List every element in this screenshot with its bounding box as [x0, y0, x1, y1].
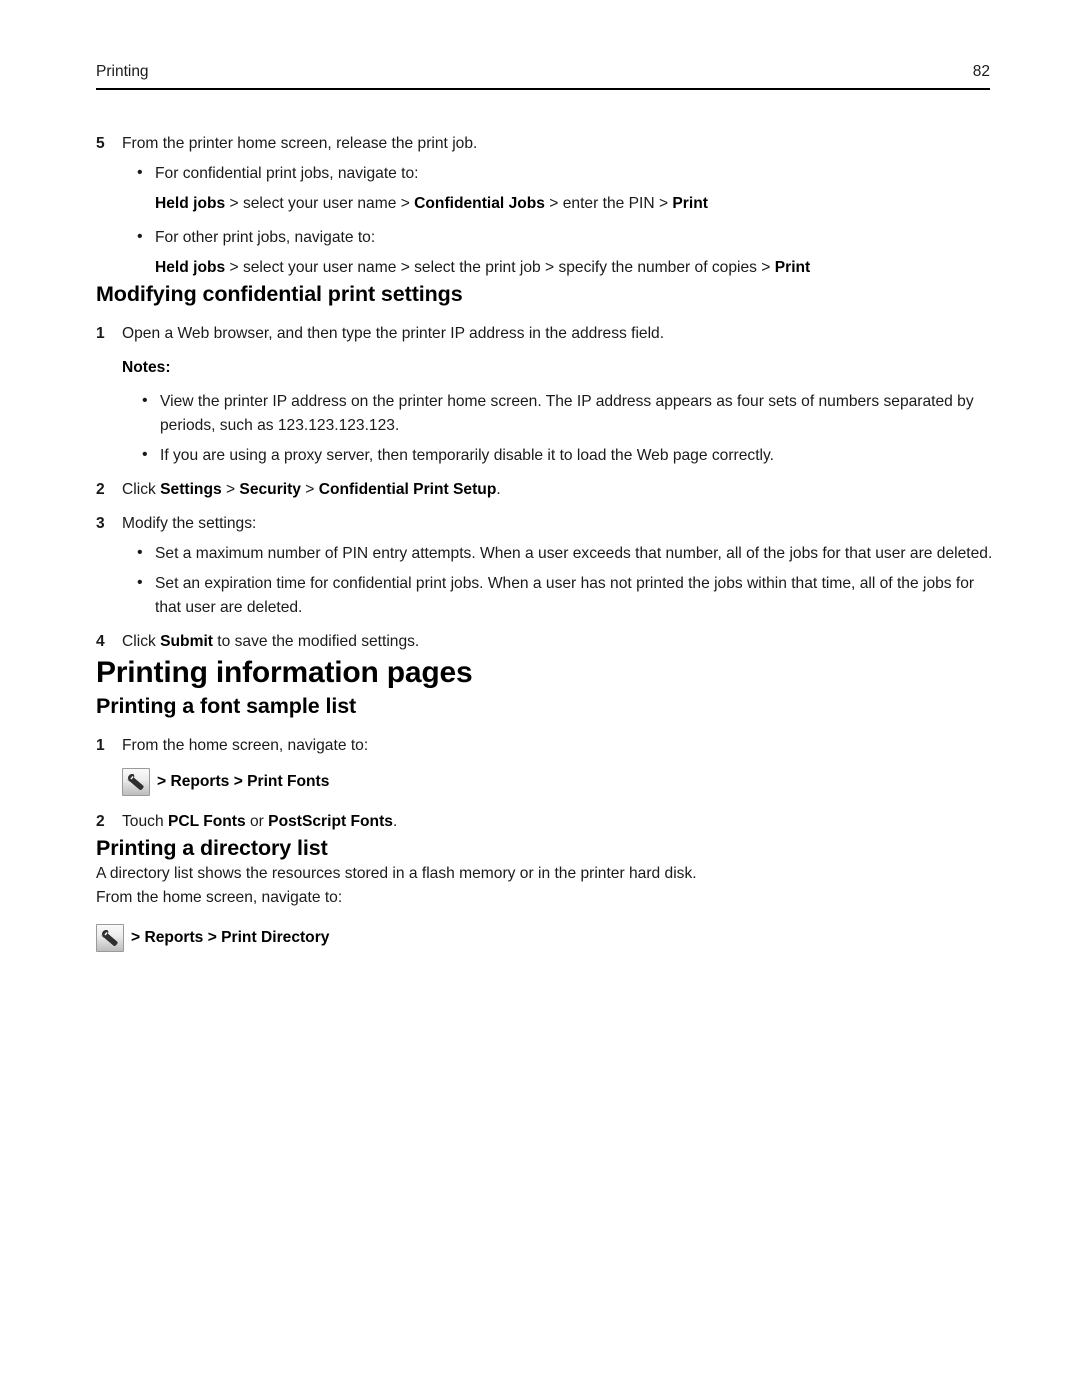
page-number: 82: [972, 63, 990, 80]
list-item: • Set a maximum number of PIN entry atte…: [135, 542, 996, 566]
seg: to save the modified settings.: [212, 633, 420, 650]
step-1-font-sample: 1 From the home screen, navigate to:: [96, 734, 996, 758]
step-1-modify: 1 Open a Web browser, and then type the …: [96, 322, 996, 346]
heading-printing-a-font-sample-list: Printing a font sample list: [96, 694, 357, 718]
seg: Touch: [122, 813, 168, 830]
step-3-text: Modify the settings:: [122, 515, 257, 532]
bullet-text: Set a maximum number of PIN entry attemp…: [155, 545, 993, 562]
seg: PostScript Fonts: [268, 813, 393, 830]
heading-printing-information-pages: Printing information pages: [96, 656, 473, 689]
step-5-text: From the printer home screen, release th…: [122, 135, 478, 152]
seg: PCL Fonts: [167, 813, 246, 830]
nav-seg: Print: [774, 259, 811, 276]
seg: Click: [122, 633, 161, 650]
seg: Submit: [160, 633, 213, 650]
directory-lead-text: From the home screen, navigate to:: [96, 889, 343, 906]
header-rule: [96, 88, 990, 90]
seg: Confidential Print Setup: [318, 481, 497, 498]
seg: .: [496, 481, 501, 498]
seg: >: [221, 481, 240, 498]
seg: Security: [239, 481, 301, 498]
nav-path-other: Held jobs > select your user name > sele…: [155, 256, 996, 280]
list-item: • For other print jobs, navigate to: Hel…: [135, 226, 996, 280]
list-item: • If you are using a proxy server, then …: [140, 444, 996, 468]
nav-seg: > enter the PIN >: [544, 195, 673, 212]
step-2-text: Click Settings > Security > Confidential…: [122, 481, 501, 498]
list-item: • View the printer IP address on the pri…: [140, 390, 996, 438]
step-2-number: 2: [96, 813, 105, 830]
bullet-dot-icon: •: [137, 574, 143, 591]
bullet-dot-icon: •: [137, 544, 143, 561]
seg: Settings: [160, 481, 222, 498]
notes-label-wrap: Notes:: [96, 356, 996, 380]
step-4-text: Click Submit to save the modified settin…: [122, 633, 419, 650]
nav-path-text: > Reports > Print Fonts: [157, 770, 329, 794]
step-2-modify: 2 Click Settings > Security > Confidenti…: [96, 478, 996, 502]
bullet-lead-text: For other print jobs, navigate to:: [155, 229, 376, 246]
seg: >: [300, 481, 319, 498]
step-1-text: From the home screen, navigate to:: [122, 737, 369, 754]
bullet-text: Set an expiration time for confidential …: [155, 575, 975, 616]
seg: .: [392, 813, 398, 830]
nav-seg: Confidential Jobs: [414, 195, 545, 212]
step-1-text: Open a Web browser, and then type the pr…: [122, 325, 665, 342]
nav-path-print-fonts: > Reports > Print Fonts: [122, 768, 996, 796]
nav-path-confidential: Held jobs > select your user name > Conf…: [155, 192, 996, 216]
seg: Click: [122, 481, 161, 498]
step-1-number: 1: [96, 737, 105, 754]
nav-path-print-directory-wrap: > Reports > Print Directory: [96, 924, 996, 952]
bullet-dot-icon: •: [142, 392, 148, 409]
page-header: Printing 82: [96, 62, 990, 82]
directory-intro-text: A directory list shows the resources sto…: [96, 865, 697, 882]
bullet-lead-text: For confidential print jobs, navigate to…: [155, 165, 419, 182]
nav-path-print-fonts-wrap: > Reports > Print Fonts: [96, 768, 996, 796]
bullet-dot-icon: •: [142, 446, 148, 463]
nav-path-print-directory: > Reports > Print Directory: [96, 924, 996, 952]
nav-path-text: > Reports > Print Directory: [131, 926, 329, 950]
bullet-dot-icon: •: [137, 164, 143, 181]
note-text: View the printer IP address on the print…: [160, 393, 974, 434]
nav-path-label: > Reports > Print Directory: [131, 929, 330, 946]
bullet-dot-icon: •: [137, 228, 143, 245]
step-5: 5 From the printer home screen, release …: [96, 132, 996, 156]
step-2-number: 2: [96, 481, 105, 498]
nav-seg: > select your user name > select the pri…: [225, 259, 775, 276]
list-item: • For confidential print jobs, navigate …: [135, 162, 996, 216]
seg: or: [245, 813, 269, 830]
step-4-number: 4: [96, 633, 105, 650]
step-2-font-sample: 2 Touch PCL Fonts or PostScript Fonts.: [96, 810, 996, 834]
heading-printing-a-directory-list: Printing a directory list: [96, 836, 328, 860]
step-1-number: 1: [96, 325, 105, 342]
step-5-number: 5: [96, 135, 105, 152]
running-title: Printing: [96, 63, 149, 80]
nav-seg: Held jobs: [155, 259, 226, 276]
step-3-bullet-list: • Set a maximum number of PIN entry atte…: [96, 542, 996, 620]
step-3-modify: 3 Modify the settings:: [96, 512, 996, 536]
content-column: 5 From the printer home screen, release …: [96, 132, 996, 952]
wrench-icon[interactable]: [96, 924, 124, 952]
heading-modifying-confidential-print-settings: Modifying confidential print settings: [96, 282, 463, 306]
nav-seg: Held jobs: [155, 195, 226, 212]
list-item: • Set an expiration time for confidentia…: [135, 572, 996, 620]
note-text: If you are using a proxy server, then te…: [160, 447, 774, 464]
nav-path-label: > Reports > Print Fonts: [157, 773, 330, 790]
step-3-number: 3: [96, 515, 105, 532]
step-4-modify: 4 Click Submit to save the modified sett…: [96, 630, 996, 654]
step-2-text: Touch PCL Fonts or PostScript Fonts.: [122, 813, 397, 830]
notes-bullet-list: • View the printer IP address on the pri…: [96, 390, 996, 468]
notes-label: Notes:: [122, 359, 171, 376]
wrench-icon[interactable]: [122, 768, 150, 796]
document-page: Printing 82 5 From the printer home scre…: [0, 0, 1080, 1397]
nav-seg: > select your user name >: [225, 195, 415, 212]
nav-seg: Print: [672, 195, 708, 212]
step-5-bullet-list: • For confidential print jobs, navigate …: [96, 162, 996, 280]
